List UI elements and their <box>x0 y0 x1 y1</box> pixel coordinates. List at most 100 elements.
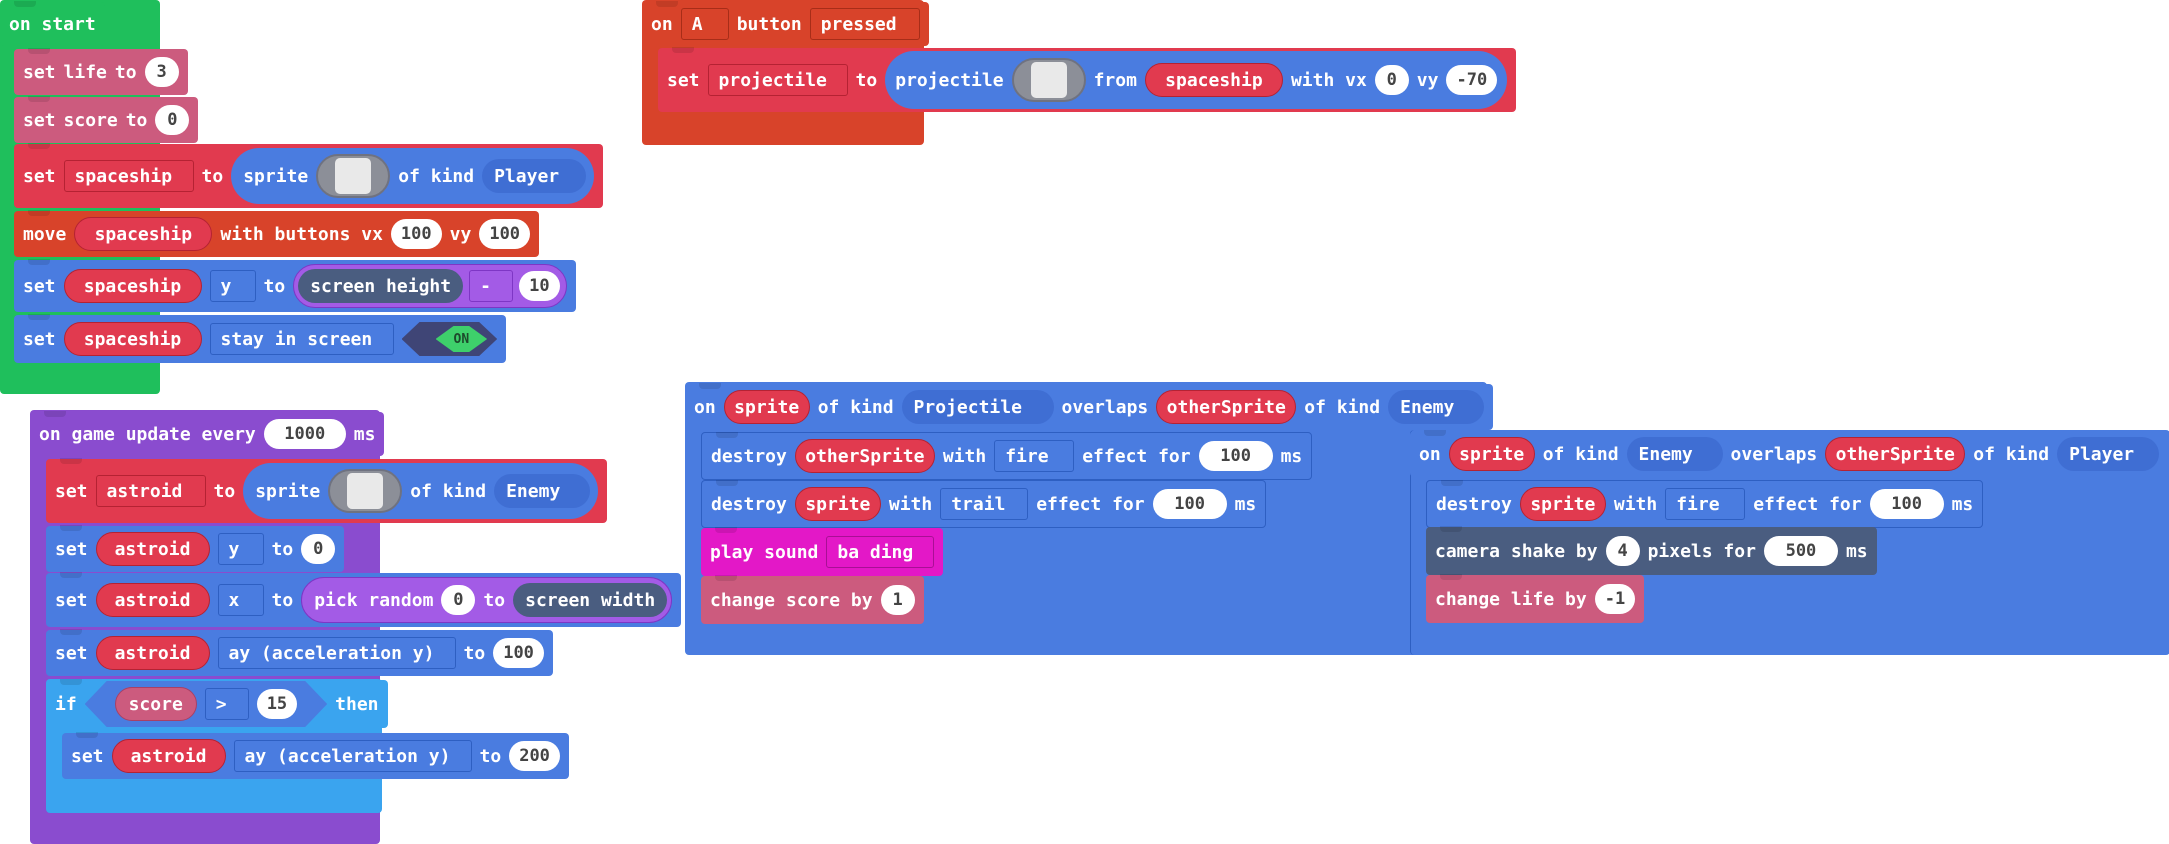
score-reporter[interactable]: score <box>115 687 197 721</box>
effect-duration-input[interactable]: 100 <box>1869 489 1944 519</box>
minus-expression[interactable]: screen height - 10 <box>293 264 567 308</box>
score-value-input[interactable]: 0 <box>155 105 190 135</box>
variable-dropdown-projectile[interactable]: projectile <box>707 64 848 96</box>
if-header[interactable]: if score > 15 then <box>46 679 388 728</box>
property-dropdown-ay[interactable]: ay (acceleration y) <box>217 637 456 669</box>
compare-condition[interactable]: score > 15 <box>85 681 327 727</box>
on-game-update-header[interactable]: on game update every 1000 ms <box>30 411 385 456</box>
sprite-variable-astroid[interactable]: astroid <box>111 739 226 773</box>
othersprite-variable[interactable]: otherSprite <box>1825 437 1966 471</box>
set-projectile-block[interactable]: set projectile to projectile from spaces… <box>658 47 1517 112</box>
set-astroid-ay-inner-block[interactable]: set astroid ay (acceleration y) to 200 <box>62 732 569 779</box>
set-score-block[interactable]: set score to 0 <box>14 96 199 143</box>
screen-width-reporter[interactable]: screen width <box>513 583 668 617</box>
interval-input[interactable]: 1000 <box>263 419 346 449</box>
kind-dropdown-enemy[interactable]: Enemy <box>494 474 591 508</box>
kind-dropdown-projectile[interactable]: Projectile <box>901 390 1054 424</box>
ay-value-input[interactable]: 200 <box>509 741 560 771</box>
of-kind-label: of kind <box>1542 443 1619 465</box>
effect-duration-input[interactable]: 100 <box>1198 441 1273 471</box>
sprite-image-icon[interactable] <box>316 154 391 198</box>
sprite-variable-astroid[interactable]: astroid <box>95 532 210 566</box>
set-life-block[interactable]: set life to 3 <box>14 48 188 95</box>
operator-dropdown-greater[interactable]: > <box>205 688 249 720</box>
ms-label: ms <box>1280 445 1303 467</box>
change-score-block[interactable]: change score by 1 <box>701 575 924 624</box>
destroy-othersprite-block[interactable]: destroy otherSprite with fire effect for… <box>701 432 1313 480</box>
sprite-image-icon[interactable] <box>328 469 403 513</box>
kind-dropdown-player[interactable]: Player <box>482 159 587 193</box>
property-dropdown-ay[interactable]: ay (acceleration y) <box>233 740 472 772</box>
sprite-variable-astroid[interactable]: astroid <box>95 583 210 617</box>
sprite-variable[interactable]: sprite <box>1448 437 1535 471</box>
operator-dropdown-minus[interactable]: - <box>469 270 514 302</box>
vx-input[interactable]: 0 <box>1374 65 1409 95</box>
sprite-variable[interactable]: sprite <box>723 390 810 424</box>
sprite-variable-spaceship[interactable]: spaceship <box>1144 63 1283 97</box>
property-dropdown-x[interactable]: x <box>217 584 264 616</box>
minus-value-input[interactable]: 10 <box>519 271 560 301</box>
compare-value-input[interactable]: 15 <box>257 689 297 719</box>
effect-dropdown-fire[interactable]: fire <box>994 440 1075 472</box>
play-sound-block[interactable]: play sound ba ding <box>701 527 944 576</box>
sprite-of-kind-reporter[interactable]: sprite of kind Enemy <box>243 463 599 519</box>
projectile-from-reporter[interactable]: projectile from spaceship with vx 0 vy -… <box>885 51 1508 109</box>
overlap-projectile-header[interactable]: on sprite of kind Projectile overlaps ot… <box>685 383 1494 430</box>
projectile-image-icon[interactable] <box>1011 58 1086 102</box>
destroy-sprite-trail-block[interactable]: destroy sprite with trail effect for 100… <box>701 480 1267 528</box>
move-spaceship-block[interactable]: move spaceship with buttons vx 100 vy 10… <box>14 210 540 257</box>
change-score-input[interactable]: 1 <box>880 585 915 615</box>
change-life-input[interactable]: -1 <box>1594 584 1636 614</box>
othersprite-variable[interactable]: otherSprite <box>1156 390 1297 424</box>
ms-label: ms <box>1951 493 1974 515</box>
vy-input[interactable]: 100 <box>479 219 531 249</box>
kind-dropdown-player[interactable]: Player <box>2057 437 2160 471</box>
camera-shake-block[interactable]: camera shake by 4 pixels for 500 ms <box>1426 526 1877 575</box>
destroy-sprite-fire-block[interactable]: destroy sprite with fire effect for 100 … <box>1426 480 1984 528</box>
on-a-pressed-header[interactable]: on A button pressed <box>642 1 929 46</box>
property-dropdown-y[interactable]: y <box>217 533 264 565</box>
set-spaceship-y-block[interactable]: set spaceship y to screen height - 10 <box>14 259 576 312</box>
othersprite-variable[interactable]: otherSprite <box>794 439 935 473</box>
set-astroid-ay-block[interactable]: set astroid ay (acceleration y) to 100 <box>46 629 553 676</box>
sprite-variable-astroid[interactable]: astroid <box>95 636 210 670</box>
sprite-of-kind-reporter[interactable]: sprite of kind Player <box>231 148 595 204</box>
vx-input[interactable]: 100 <box>390 219 442 249</box>
property-dropdown-y[interactable]: y <box>209 270 256 302</box>
flag-dropdown-stay-in-screen[interactable]: stay in screen <box>209 323 394 355</box>
change-life-block[interactable]: change life by -1 <box>1426 574 1645 623</box>
overlap-enemy-header[interactable]: on sprite of kind Enemy overlaps otherSp… <box>1410 430 2169 477</box>
set-astroid-block[interactable]: set astroid to sprite of kind Enemy <box>46 458 608 523</box>
event-dropdown-pressed[interactable]: pressed <box>809 8 920 40</box>
button-dropdown-a[interactable]: A <box>680 8 729 40</box>
random-min-input[interactable]: 0 <box>441 585 476 615</box>
kind-dropdown-enemy[interactable]: Enemy <box>1388 390 1485 424</box>
pick-random-reporter[interactable]: pick random 0 to screen width <box>301 577 673 623</box>
sprite-variable-spaceship[interactable]: spaceship <box>74 217 213 251</box>
set-stay-in-screen-block[interactable]: set spaceship stay in screen ON <box>14 314 507 363</box>
toggle-on-switch[interactable]: ON <box>402 322 498 356</box>
sprite-variable[interactable]: sprite <box>1519 487 1606 521</box>
vy-label: vy <box>1416 69 1439 91</box>
variable-dropdown-spaceship[interactable]: spaceship <box>63 160 194 192</box>
life-value-input[interactable]: 3 <box>144 57 179 87</box>
shake-amount-input[interactable]: 4 <box>1605 536 1640 566</box>
ay-value-input[interactable]: 100 <box>493 638 544 668</box>
screen-height-reporter[interactable]: screen height <box>298 269 464 303</box>
variable-dropdown-astroid[interactable]: astroid <box>95 475 206 507</box>
sprite-variable-spaceship[interactable]: spaceship <box>63 269 202 303</box>
set-spaceship-block[interactable]: set spaceship to sprite of kind Player <box>14 143 604 208</box>
vy-input[interactable]: -70 <box>1446 65 1498 95</box>
effect-dropdown-trail[interactable]: trail <box>940 488 1029 520</box>
sprite-variable-spaceship[interactable]: spaceship <box>63 322 202 356</box>
effect-dropdown-fire[interactable]: fire <box>1665 488 1746 520</box>
set-astroid-x-block[interactable]: set astroid x to pick random 0 to screen… <box>46 572 682 627</box>
sound-dropdown-ba-ding[interactable]: ba ding <box>826 536 935 568</box>
shake-duration-input[interactable]: 500 <box>1763 536 1838 566</box>
on-start-header[interactable]: on start <box>0 1 105 46</box>
y-value-input[interactable]: 0 <box>301 534 336 564</box>
kind-dropdown-enemy[interactable]: Enemy <box>1626 437 1723 471</box>
sprite-variable[interactable]: sprite <box>794 487 881 521</box>
effect-duration-input[interactable]: 100 <box>1152 489 1227 519</box>
set-astroid-y-block[interactable]: set astroid y to 0 <box>46 525 345 572</box>
